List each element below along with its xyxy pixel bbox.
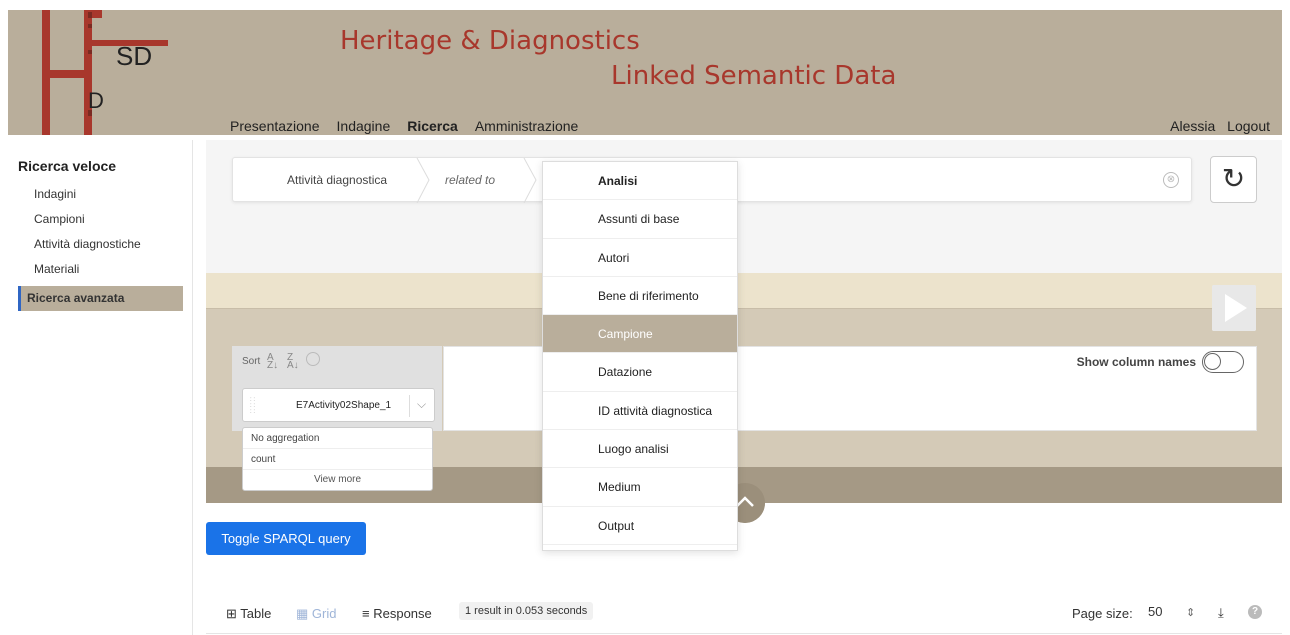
- aggregation-menu: No aggregation count View more: [242, 427, 433, 491]
- logout-link[interactable]: Logout: [1227, 118, 1270, 134]
- query-band-light: [206, 273, 1282, 309]
- sidebar-item-indagini[interactable]: Indagini: [18, 182, 183, 207]
- page-size-label: Page size:: [1072, 606, 1133, 621]
- sidebar-item-campioni[interactable]: Campioni: [18, 207, 183, 232]
- updown-icon[interactable]: ⇕: [1186, 606, 1195, 619]
- play-icon[interactable]: [1212, 285, 1256, 331]
- sort-desc-icon[interactable]: Z A↓: [287, 353, 299, 371]
- download-icon[interactable]: ⤓: [1218, 605, 1224, 621]
- tab-table[interactable]: ⊞ Table: [226, 606, 271, 622]
- help-icon[interactable]: ?: [1248, 605, 1262, 619]
- refresh-button[interactable]: ↻: [1210, 156, 1257, 203]
- ban-icon[interactable]: [306, 352, 320, 366]
- sidebar-title[interactable]: Ricerca veloce: [18, 158, 183, 174]
- drag-handle-icon[interactable]: : :: :: :: [250, 397, 255, 415]
- tab-response-label: Response: [373, 606, 432, 621]
- crumb-related-to[interactable]: related to: [445, 173, 495, 187]
- show-column-names-toggle[interactable]: [1202, 351, 1244, 373]
- sidebar: Ricerca veloce Indagini Campioni Attivit…: [18, 158, 183, 311]
- table-icon: ⊞: [226, 606, 237, 621]
- app-header: SD D Heritage & Diagnostics Linked Seman…: [8, 10, 1282, 142]
- sort-label: Sort: [242, 356, 261, 367]
- nav-presentazione[interactable]: Presentazione: [230, 118, 320, 142]
- dd-item-medium[interactable]: Medium: [543, 468, 737, 507]
- logo-d: D: [88, 88, 104, 113]
- agg-view-more[interactable]: View more: [243, 470, 432, 490]
- clear-icon[interactable]: ⊗: [1163, 172, 1179, 188]
- chevron-right-icon: [416, 158, 430, 203]
- sidebar-item-ricerca-avanzata[interactable]: Ricerca avanzata: [18, 286, 183, 311]
- user-name[interactable]: Alessia: [1170, 118, 1215, 134]
- toggle-sparql-button[interactable]: Toggle SPARQL query: [206, 522, 366, 555]
- agg-count[interactable]: count: [243, 449, 432, 470]
- dd-item-id-attivita[interactable]: ID attività diagnostica: [543, 392, 737, 431]
- crumb-attivita[interactable]: Attività diagnostica: [287, 173, 387, 187]
- logo[interactable]: SD D: [16, 10, 186, 135]
- sidebar-divider: [192, 140, 193, 635]
- chevron-down-icon[interactable]: ⌵: [417, 397, 426, 412]
- dd-item-bene[interactable]: Bene di riferimento: [543, 277, 737, 316]
- tab-response[interactable]: ≡ Response: [362, 606, 432, 621]
- dd-item-autori[interactable]: Autori: [543, 239, 737, 277]
- user-menu: Alessia Logout: [1162, 118, 1270, 134]
- property-dropdown: Analisi Assunti di base Autori Bene di r…: [542, 161, 738, 551]
- chevron-right-icon: [523, 158, 537, 203]
- lines-icon: ≡: [362, 606, 370, 621]
- nav-indagine[interactable]: Indagine: [337, 118, 391, 142]
- nav-ricerca[interactable]: Ricerca: [407, 118, 458, 142]
- main-nav: Presentazione Indagine Ricerca Amministr…: [230, 118, 595, 142]
- sort-panel: Sort A Z↓ Z A↓ : :: :: : E7Activity02Shape…: [232, 346, 442, 431]
- sidebar-item-materiali[interactable]: Materiali: [18, 257, 183, 282]
- variable-name: E7Activity02Shape_1: [296, 400, 392, 411]
- dd-item-analisi[interactable]: Analisi: [543, 162, 737, 201]
- dd-item-output[interactable]: Output: [543, 507, 737, 545]
- dd-item-assunti[interactable]: Assunti di base: [543, 200, 737, 239]
- tab-grid-label: Grid: [311, 606, 337, 621]
- tab-table-label: Table: [240, 606, 272, 621]
- title-line1: Heritage & Diagnostics: [340, 26, 640, 56]
- dd-item-campione[interactable]: Campione: [543, 315, 737, 354]
- results-bar: ⊞ Table ▦ Grid ≡ Response 1 result in 0.…: [206, 594, 1282, 634]
- result-count: 1 result in 0.053 seconds: [459, 602, 594, 620]
- variable-select[interactable]: : :: :: : E7Activity02Shape_1 ⌵: [242, 388, 435, 422]
- select-separator: [409, 395, 410, 417]
- toggle-knob: [1204, 353, 1221, 370]
- sort-asc-icon[interactable]: A Z↓: [267, 353, 278, 371]
- title-line2: Linked Semantic Data: [611, 61, 897, 91]
- dd-item-datazione[interactable]: Datazione: [543, 353, 737, 392]
- agg-no-aggregation[interactable]: No aggregation: [243, 428, 432, 449]
- grid-icon: ▦: [296, 606, 309, 621]
- page-size-value[interactable]: 50: [1148, 604, 1162, 619]
- sidebar-item-attivita[interactable]: Attività diagnostiche: [18, 232, 183, 257]
- tab-grid[interactable]: ▦ Grid: [296, 606, 336, 622]
- dd-item-luogo[interactable]: Luogo analisi: [543, 430, 737, 469]
- nav-amministrazione[interactable]: Amministrazione: [475, 118, 578, 142]
- show-column-names-label: Show column names: [1076, 355, 1196, 369]
- logo-sd: SD: [116, 41, 152, 71]
